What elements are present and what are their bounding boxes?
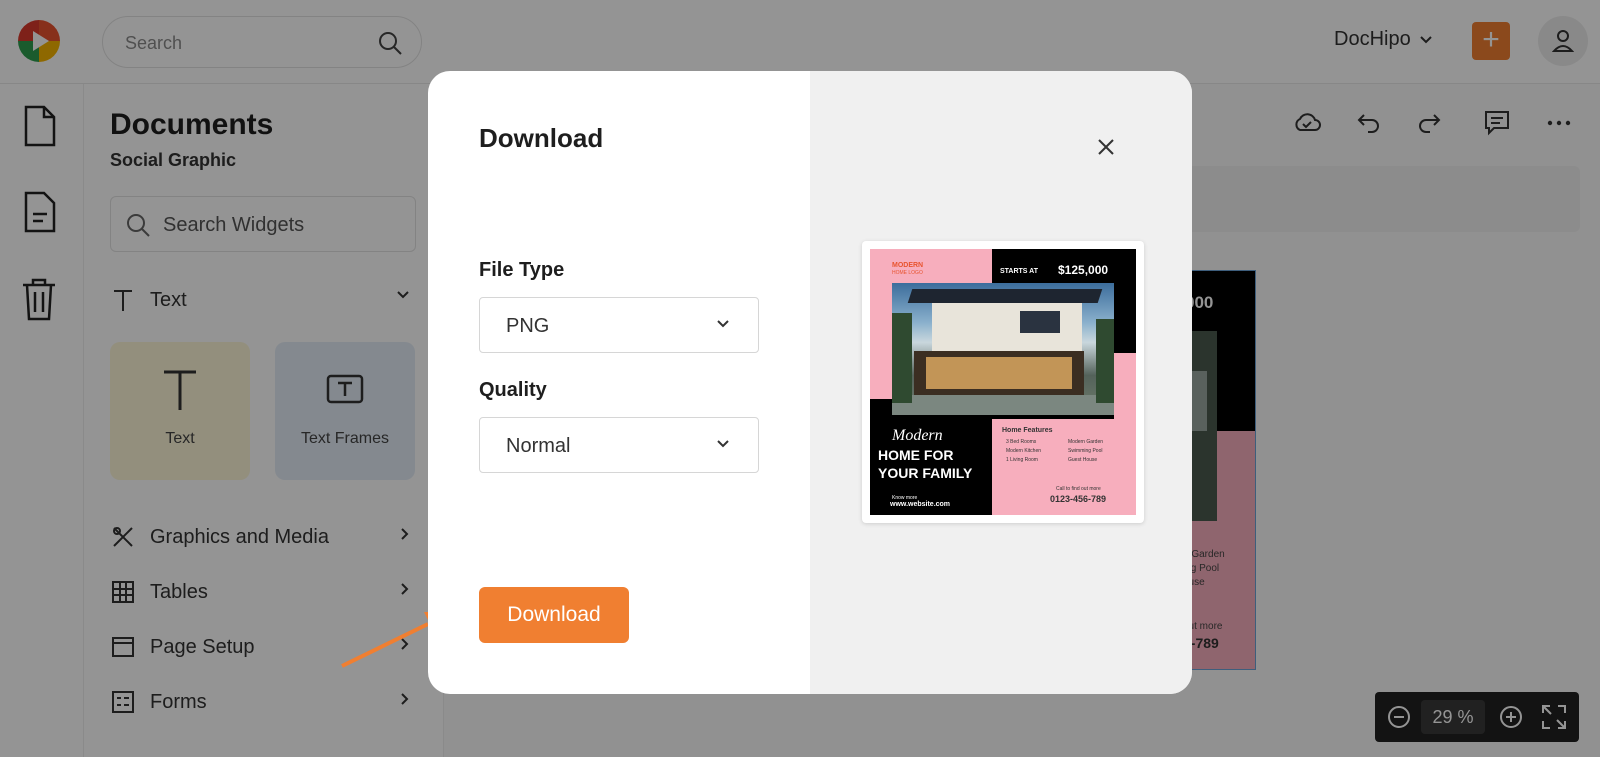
poster-website: www.website.com — [890, 501, 951, 508]
poster-feature: Modern Garden — [1068, 439, 1104, 445]
poster-feature: Modern Kitchen — [1006, 448, 1042, 454]
poster-feature: Swimming Pool — [1068, 448, 1103, 454]
download-button[interactable]: Download — [479, 587, 629, 643]
download-dialog: Download File Type PNG Quality Normal Do… — [428, 71, 1192, 694]
close-icon[interactable] — [1094, 135, 1118, 159]
poster-thumbnail: MODERN HOME LOGO STARTS AT $125,000 Mode… — [870, 249, 1136, 515]
file-type-label: File Type — [479, 259, 565, 281]
design-preview: MODERN HOME LOGO STARTS AT $125,000 Mode… — [862, 241, 1144, 523]
quality-select[interactable]: Normal — [479, 417, 759, 473]
poster-script-word: Modern — [892, 427, 943, 444]
chevron-down-icon — [717, 440, 729, 448]
poster-headline-2: YOUR FAMILY — [878, 465, 973, 481]
poster-feature: 1 Living Room — [1006, 457, 1038, 463]
poster-phone: 0123-456-789 — [1050, 494, 1107, 504]
poster-price: $125,000 — [1058, 263, 1109, 277]
file-type-value: PNG — [506, 315, 550, 337]
quality-value: Normal — [506, 435, 571, 457]
poster-starts-at: STARTS AT — [1000, 268, 1038, 275]
poster-headline-1: HOME FOR — [878, 447, 954, 463]
chevron-down-icon — [717, 320, 729, 328]
poster-feature: Guest House — [1068, 457, 1098, 463]
poster-brand: MODERN — [892, 262, 924, 269]
dialog-title: Download — [479, 123, 604, 153]
house-photo — [892, 283, 1114, 415]
poster-brand-sub: HOME LOGO — [892, 270, 923, 276]
poster-feature: 3 Bed Rooms — [1006, 439, 1037, 445]
poster-call-text: Call to find out more — [1056, 486, 1101, 492]
quality-label: Quality — [479, 379, 547, 401]
poster-features-title: Home Features — [1002, 427, 1053, 434]
file-type-select[interactable]: PNG — [479, 297, 759, 353]
